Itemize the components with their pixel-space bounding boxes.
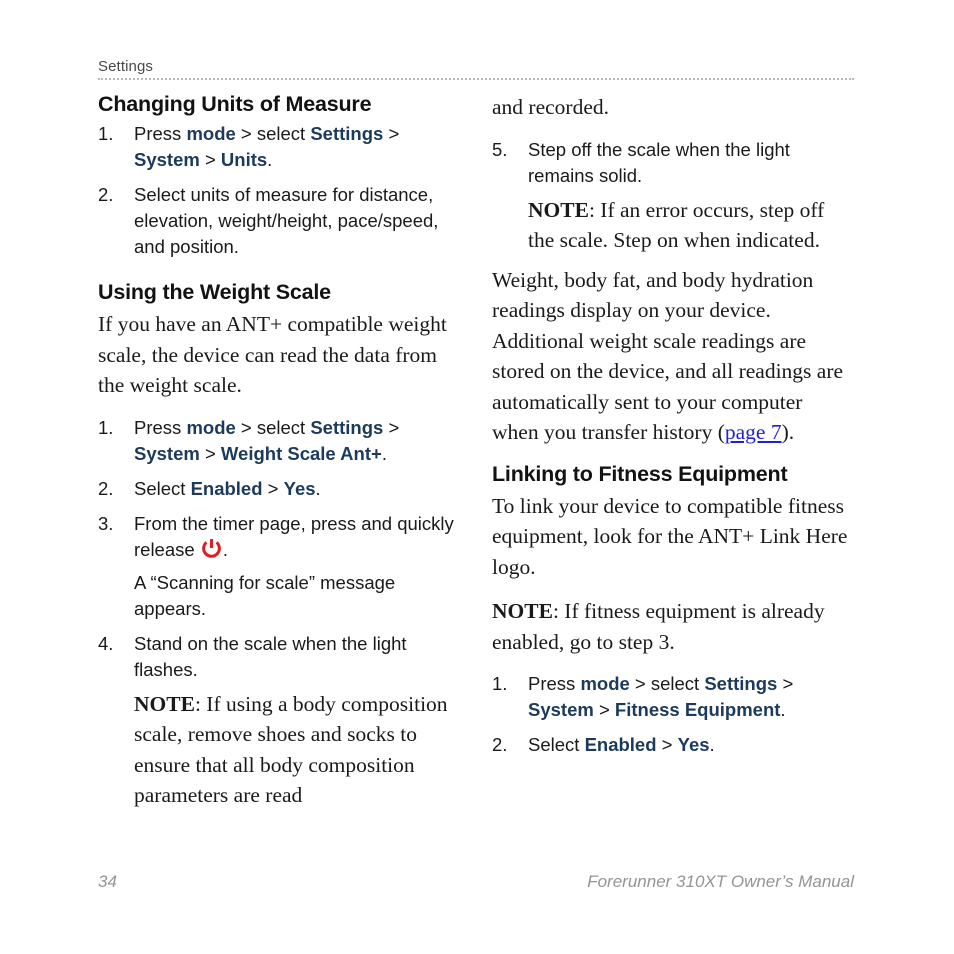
numbered-step: 2. Select Enabled > Yes. [492, 732, 854, 758]
step-number: 3. [98, 512, 114, 534]
fitness-equipment-intro: To link your device to compatible fitnes… [492, 493, 848, 579]
weight-readings-text-b: ). [781, 420, 795, 444]
step-text: Select Enabled > Yes. [134, 477, 321, 499]
step-text: Press mode > select Settings > System > … [528, 673, 794, 720]
header-divider [98, 78, 854, 80]
steps-weight-scale-continued: 5. Step off the scale when the light rema… [492, 137, 854, 256]
numbered-step: 5. Step off the scale when the light rema… [492, 137, 854, 256]
step-number: 1. [98, 123, 114, 144]
ui-term: Units [220, 149, 268, 170]
note-label: NOTE [528, 197, 589, 222]
ui-term: Enabled [190, 477, 263, 499]
step-number: 1. [492, 673, 508, 694]
ui-term: Settings [310, 416, 384, 438]
heading-using-weight-scale: Using the Weight Scale [98, 280, 331, 304]
footer-page-number: 34 [98, 872, 117, 891]
ui-term: Settings [310, 123, 384, 144]
ui-term: System [528, 699, 594, 720]
steps-fitness-equipment: 1. Press mode > select Settings > System … [492, 671, 854, 758]
step-text: Stand on the scale when the light flashe… [134, 632, 407, 680]
step-number: 2. [98, 184, 114, 205]
step-text: Step off the scale when the light remain… [528, 138, 790, 186]
step-note: NOTE: If using a body composition scale,… [134, 691, 448, 808]
numbered-step: 3. From the timer page, press and quickly… [98, 511, 460, 622]
header-section-title: Settings [98, 58, 153, 75]
page-7-link[interactable]: page 7 [725, 420, 782, 444]
manual-page: Settings Changing Units of Measure 1. Pre… [0, 0, 954, 954]
step-text: From the timer page, press and quickly r… [134, 512, 454, 560]
numbered-step: 4. Stand on the scale when the light flas… [98, 631, 460, 811]
note-label: NOTE [134, 691, 195, 716]
ui-term: Yes [677, 734, 710, 755]
step-number: 4. [98, 632, 114, 654]
right-column: and recorded. 5. Step off the scale when … [492, 92, 854, 820]
steps-changing-units: 1. Press mode > select Settings > System … [98, 121, 460, 260]
footer-manual-title: Forerunner 310XT Owner’s Manual [587, 872, 854, 891]
numbered-step: 1. Press mode > select Settings > System … [492, 671, 854, 723]
left-column: Changing Units of Measure 1. Press mode >… [98, 92, 460, 820]
step-number: 2. [492, 734, 508, 755]
running-header: Settings [98, 58, 854, 80]
weight-scale-intro: If you have an ANT+ compatible weight sc… [98, 312, 447, 397]
fitness-equipment-note: NOTE: If fitness equipment is already en… [492, 596, 854, 657]
step-number: 1. [98, 416, 114, 438]
weight-readings-paragraph: Weight, body fat, and body hydration rea… [492, 265, 854, 448]
numbered-step: 2. Select Enabled > Yes. [98, 476, 460, 502]
power-icon [201, 538, 222, 559]
ui-term: Enabled [584, 734, 657, 755]
continuation-text: and recorded. [492, 95, 609, 119]
ui-term: Weight Scale Ant+ [220, 442, 382, 464]
page-footer: 34 Forerunner 310XT Owner’s Manual [98, 872, 854, 892]
numbered-step: 1. Press mode > select Settings > System … [98, 415, 460, 467]
step-text: Select Enabled > Yes. [528, 734, 715, 755]
numbered-step: 1. Press mode > select Settings > System … [98, 121, 460, 173]
ui-term: mode [186, 416, 236, 438]
step-note: NOTE: If an error occurs, step off the s… [528, 197, 825, 253]
step-followup-text: A “Scanning for scale” message appears. [134, 571, 396, 619]
step-text: Select units of measure for distance, el… [134, 184, 439, 257]
ui-term: mode [580, 673, 630, 694]
ui-term: Yes [283, 477, 316, 499]
heading-linking-fitness-equipment: Linking to Fitness Equipment [492, 461, 788, 486]
ui-term: Fitness Equipment [614, 699, 781, 720]
page-columns: Changing Units of Measure 1. Press mode >… [98, 92, 854, 820]
step-number: 5. [492, 138, 508, 160]
steps-weight-scale: 1. Press mode > select Settings > System … [98, 415, 460, 811]
ui-term: Settings [704, 673, 778, 694]
ui-term: mode [186, 123, 236, 144]
step-text: Press mode > select Settings > System > … [134, 123, 400, 170]
heading-changing-units: Changing Units of Measure [98, 92, 372, 116]
ui-term: System [134, 442, 200, 464]
step-number: 2. [98, 477, 114, 499]
note-label: NOTE [492, 599, 553, 623]
weight-readings-text-a: Weight, body fat, and body hydration rea… [492, 267, 844, 445]
step-text: Press mode > select Settings > System > … [134, 416, 400, 464]
numbered-step: 2. Select units of measure for distance, … [98, 182, 460, 260]
ui-term: System [134, 149, 200, 170]
